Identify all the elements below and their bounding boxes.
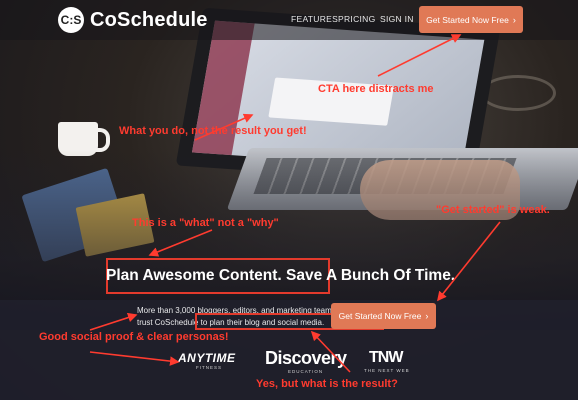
- arrow-to-logos: [89, 351, 180, 366]
- landing-page: C:S CoSchedule FEATURES PRICING SIGN IN …: [0, 0, 578, 400]
- arrow-to-hero-cta: [437, 221, 501, 302]
- arrow-to-headline: [148, 229, 213, 257]
- arrow-to-nav-cta: [377, 34, 462, 77]
- annotation-what-you-do: What you do, not the result you get!: [119, 125, 307, 137]
- annotation-what-not-why: This is a "what" not a "why": [132, 217, 279, 229]
- annotation-cta-distracts: CTA here distracts me: [318, 83, 434, 95]
- arrow-to-subtext: [89, 312, 138, 331]
- arrow-to-highlight: [310, 330, 351, 373]
- annotation-social-proof: Good social proof & clear personas!: [39, 331, 229, 343]
- annotation-what-result: Yes, but what is the result?: [256, 378, 398, 390]
- annotation-get-started-weak: "Get started" is weak.: [436, 204, 550, 216]
